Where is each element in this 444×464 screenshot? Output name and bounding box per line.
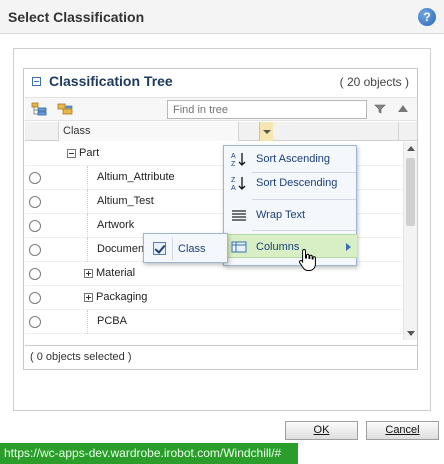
collapse-all-icon[interactable] xyxy=(57,102,73,116)
menu-separator xyxy=(252,199,356,200)
tree-row-label: Artwork xyxy=(97,219,135,231)
tree-toolbar xyxy=(25,97,417,121)
menu-separator xyxy=(172,238,173,260)
tree-row-label: Altium_Test xyxy=(97,195,154,207)
column-header-row: Class xyxy=(25,122,417,141)
menu-wrap-text[interactable]: Wrap Text xyxy=(225,203,357,227)
find-in-tree-input[interactable] xyxy=(167,100,367,119)
row-radio[interactable] xyxy=(29,268,41,280)
tree-guide-line xyxy=(87,190,88,214)
scroll-thumb[interactable] xyxy=(406,158,415,226)
submenu-arrow-icon xyxy=(346,243,351,251)
tree-row-label: Packaging xyxy=(96,291,148,303)
columns-icon xyxy=(231,241,247,253)
wrap-text-icon xyxy=(232,210,246,221)
menu-item-label: Columns xyxy=(256,241,300,253)
class-column-header[interactable]: Class xyxy=(59,122,273,141)
object-count: ( 20 objects ) xyxy=(339,75,409,89)
sort-descending-icon: Z A xyxy=(231,177,246,191)
menu-item-label: Wrap Text xyxy=(256,209,306,221)
svg-text:A: A xyxy=(231,185,236,191)
tree-guide-line xyxy=(87,166,88,190)
svg-text:A: A xyxy=(231,153,236,160)
select-column-header xyxy=(25,122,59,141)
svg-text:Z: Z xyxy=(231,177,236,184)
menu-sort-descending[interactable]: Z A Sort Descending xyxy=(225,171,357,195)
panel-title: Classification Tree xyxy=(49,73,173,89)
row-radio[interactable] xyxy=(29,172,41,184)
svg-text:Z: Z xyxy=(231,161,236,167)
columns-submenu: Class xyxy=(143,233,228,263)
dialog-title: Select Classification xyxy=(8,9,145,25)
expand-node-icon[interactable] xyxy=(84,293,93,302)
selection-status: ( 0 objects selected ) xyxy=(25,345,417,369)
filter-icon[interactable] xyxy=(374,103,386,115)
column-context-menu: A Z Sort Ascending Z A Sort Descending W… xyxy=(223,145,357,266)
menu-sort-ascending[interactable]: A Z Sort Ascending xyxy=(225,147,357,171)
panel-header: Classification Tree ( 20 objects ) xyxy=(24,69,417,95)
tree-row[interactable] xyxy=(25,334,402,340)
tree-row[interactable]: Packaging xyxy=(25,286,402,310)
dialog-titlebar: Select Classification ? xyxy=(0,0,444,34)
menu-columns[interactable]: Columns xyxy=(225,234,357,258)
menu-separator xyxy=(252,230,356,231)
ok-button[interactable]: OK xyxy=(285,421,358,440)
browser-status-url: https://wc-apps-dev.wardrobe.irobot.com/… xyxy=(0,443,298,464)
row-radio[interactable] xyxy=(29,196,41,208)
row-radio[interactable] xyxy=(29,292,41,304)
tree-row-label: Document xyxy=(97,243,148,255)
tree-row[interactable]: PCBA xyxy=(25,310,402,334)
scroll-top-icon[interactable] xyxy=(397,103,409,115)
row-radio[interactable] xyxy=(29,244,41,256)
panel-collapse-icon[interactable] xyxy=(32,77,41,86)
hand-cursor-icon xyxy=(299,248,316,271)
tree-scrollbar[interactable] xyxy=(403,142,417,340)
tree-guide-line xyxy=(87,310,88,334)
tree-guide-line xyxy=(87,214,88,238)
collapse-node-icon[interactable] xyxy=(67,149,76,158)
expand-node-icon[interactable] xyxy=(84,269,93,278)
expand-all-icon[interactable] xyxy=(31,102,47,116)
tree-row-label: Altium_Attribute xyxy=(97,171,175,183)
classification-tree-panel: Classification Tree ( 20 objects ) Class xyxy=(23,68,418,370)
class-column-label: Class xyxy=(63,125,91,137)
tree-row-label: PCBA xyxy=(97,315,127,327)
scroll-up-arrow[interactable] xyxy=(407,146,415,151)
selected-count: ( 0 objects selected ) xyxy=(30,351,132,363)
help-icon[interactable]: ? xyxy=(418,8,436,26)
submenu-item-label[interactable]: Class xyxy=(178,243,206,255)
tree-guide-line xyxy=(87,238,88,262)
empty-column-header xyxy=(239,122,399,141)
cancel-button[interactable]: Cancel xyxy=(366,421,439,440)
menu-item-label: Sort Ascending xyxy=(256,153,330,165)
tree-row-label: Part xyxy=(79,147,100,159)
tree-row-label: Material xyxy=(96,267,136,279)
class-column-checkbox[interactable] xyxy=(153,242,166,255)
sort-ascending-icon: A Z xyxy=(231,153,246,167)
menu-item-label: Sort Descending xyxy=(256,177,338,189)
row-radio[interactable] xyxy=(29,220,41,232)
scroll-down-arrow[interactable] xyxy=(407,331,415,336)
row-radio[interactable] xyxy=(29,316,41,328)
